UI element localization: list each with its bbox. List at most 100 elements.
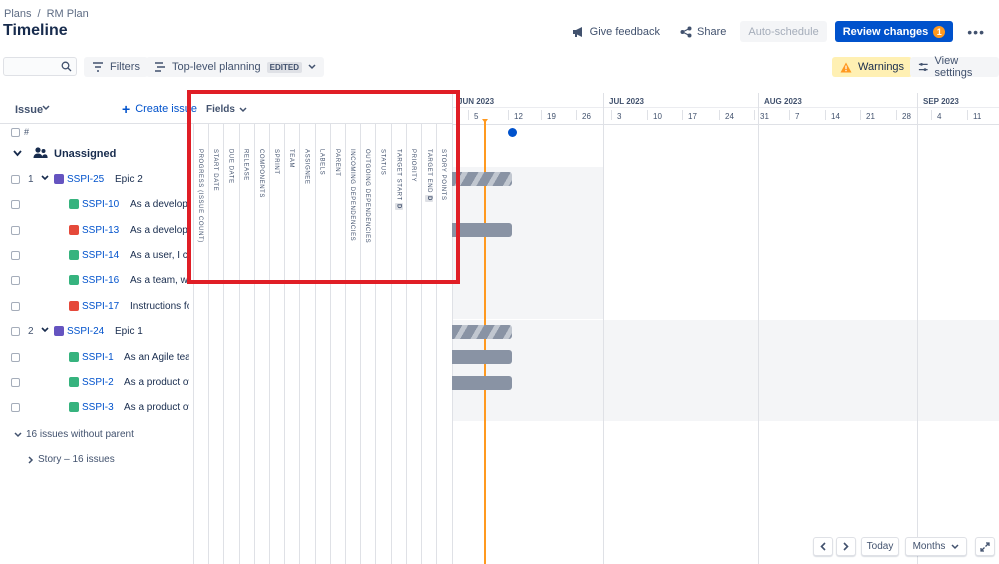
issue-key[interactable]: SSPI-17 [82,301,119,312]
edited-badge: EDITED [266,61,303,73]
view-settings-button[interactable]: View settings [910,55,999,79]
give-feedback-button[interactable]: Give feedback [566,21,666,42]
field-column[interactable]: SPRINT [269,124,284,564]
day-label: 3 [617,112,622,121]
field-column[interactable]: TEAM [284,124,299,564]
issue-row-sspi-3[interactable]: SSPI-3 As a product ow... [0,395,193,420]
breadcrumb-rm-plan[interactable]: RM Plan [47,8,89,20]
field-column[interactable]: OUTGOING DEPENDENCIES [360,124,375,564]
chevron-down-icon [951,543,959,549]
day-label: 14 [831,112,840,121]
planning-icon [155,62,165,72]
share-button[interactable]: Share [674,21,732,42]
row-checkbox[interactable] [11,276,20,285]
row-checkbox[interactable] [11,353,20,362]
field-column[interactable]: PROGRESS (ISSUE COUNT) [193,124,208,564]
issue-key[interactable]: SSPI-3 [82,402,114,413]
issue-key[interactable]: SSPI-10 [82,199,119,210]
issue-row-sspi-14[interactable]: SSPI-14 As a user, I can ... [0,243,193,268]
release-marker[interactable] [508,128,517,137]
chevron-down-icon[interactable] [41,327,49,333]
fields-label: Fields [206,104,235,115]
fields-dropdown[interactable]: Fields [206,104,247,115]
field-column[interactable]: INCOMING DEPENDENCIES [345,124,360,564]
search-input[interactable] [3,57,77,76]
issue-row-sspi-16[interactable]: SSPI-16 As a team, we c... [0,268,193,293]
fields-panel: Fields PROGRESS (ISSUE COUNT) START DATE D… [193,93,452,564]
issue-row-sspi-17[interactable]: SSPI-17 Instructions for... [0,294,193,319]
timeline-grid[interactable]: JUN 2023 JUL 2023 AUG 2023 SEP 2023 5 12 19 26… [452,93,999,564]
more-options-button[interactable]: ••• [961,21,991,42]
warnings-button[interactable]: Warnings [832,57,913,77]
row-checkbox[interactable] [11,251,20,260]
field-column[interactable]: START DATE [208,124,223,564]
select-all-checkbox[interactable] [11,128,20,137]
issue-row-sspi-1[interactable]: SSPI-1 As an Agile tea... [0,345,193,370]
field-column[interactable]: STORY POINTS [436,124,451,564]
chevron-down-icon[interactable] [13,150,22,157]
day-tick [719,110,720,120]
issues-without-parent-toggle[interactable]: 16 issues without parent [14,429,134,440]
issue-summary: As a team, we c... [130,275,189,286]
chevron-down-icon[interactable] [41,175,49,181]
auto-schedule-label: Auto-schedule [748,25,819,38]
issue-key[interactable]: SSPI-1 [82,352,114,363]
schedule-bar-sspi-25[interactable] [452,172,512,186]
create-issue-button[interactable]: + Create issue [122,102,197,116]
issue-key[interactable]: SSPI-16 [82,275,119,286]
field-column[interactable]: LABELS [314,124,330,564]
field-column[interactable]: COMPONENTS [253,124,269,564]
today-button[interactable]: Today [861,537,899,556]
row-checkbox[interactable] [11,327,20,336]
issue-key[interactable]: SSPI-24 [67,326,104,337]
issue-summary: As a product ow... [124,377,189,388]
schedule-bar-sspi-24[interactable] [452,325,512,339]
issue-key[interactable]: SSPI-13 [82,225,119,236]
timescale-select[interactable]: Months [905,537,967,556]
auto-schedule-button[interactable]: Auto-schedule [740,21,827,42]
chevron-right-icon [28,455,34,464]
share-label: Share [697,25,727,38]
issue-key[interactable]: SSPI-25 [67,174,104,185]
unassigned-group[interactable]: Unassigned [0,142,193,166]
field-column[interactable]: ASSIGNEE [299,124,314,564]
chevron-down-icon[interactable] [42,105,50,111]
scroll-right-button[interactable] [836,537,856,556]
filters-button[interactable]: Filters [84,57,148,77]
top-level-planning-button[interactable]: Top-level planning EDITED [146,57,325,77]
row-checkbox[interactable] [11,378,20,387]
row-checkbox[interactable] [11,302,20,311]
issue-key[interactable]: SSPI-2 [82,377,114,388]
day-label: 11 [973,112,982,121]
issue-row-sspi-10[interactable]: SSPI-10 As a developer... [0,192,193,217]
issue-row-sspi-2[interactable]: SSPI-2 As a product ow... [0,370,193,395]
row-checkbox[interactable] [11,175,20,184]
row-checkbox[interactable] [11,200,20,209]
field-column[interactable]: PARENT [329,124,345,564]
row-checkbox[interactable] [11,403,20,412]
field-column[interactable]: RELEASE [238,124,254,564]
issue-row-sspi-24[interactable]: 2 SSPI-24 Epic 1 [0,319,193,344]
schedule-bar-sspi-1[interactable] [452,350,512,364]
field-column[interactable]: TARGET ENDD [421,124,436,564]
field-column[interactable]: DUE DATE [223,124,238,564]
warning-icon [840,62,852,72]
field-column-label: STATUS [379,149,386,176]
field-column[interactable]: TARGET STARTD [390,124,406,564]
breadcrumb-plans[interactable]: Plans [4,8,32,20]
issue-row-sspi-13[interactable]: SSPI-13 As a developer... [0,218,193,243]
row-checkbox[interactable] [11,226,20,235]
issue-column-label[interactable]: Issue [15,104,43,116]
issue-key[interactable]: SSPI-14 [82,250,119,261]
schedule-bar-sspi-2[interactable] [452,376,512,390]
issue-summary: Instructions for... [130,301,189,312]
field-column[interactable]: STATUS [375,124,390,564]
schedule-bar-sspi-13[interactable] [452,223,512,237]
fullscreen-button[interactable] [975,537,995,556]
field-column-label: TARGET STARTD [394,149,403,210]
story-group-toggle[interactable]: Story – 16 issues [28,454,115,465]
issue-row-sspi-25[interactable]: 1 SSPI-25 Epic 2 [0,167,193,192]
review-changes-button[interactable]: Review changes 1 [834,21,954,42]
scroll-left-button[interactable] [813,537,833,556]
field-column[interactable]: PRIORITY [405,124,421,564]
